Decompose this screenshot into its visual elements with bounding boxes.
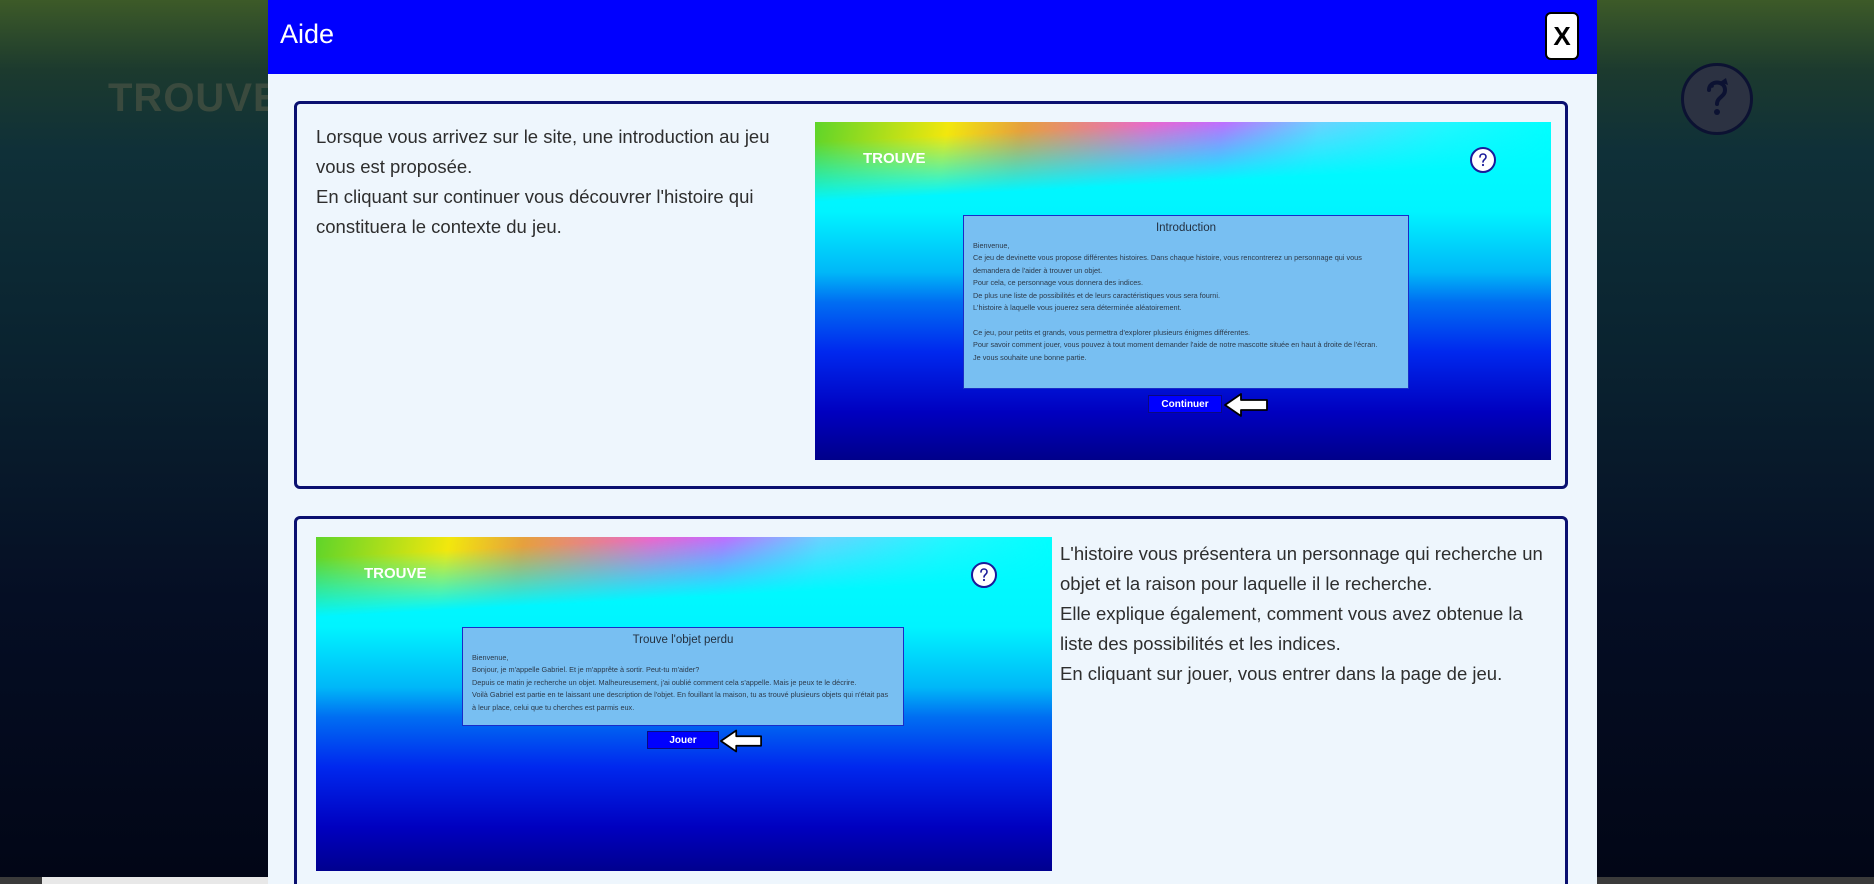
background-site-title: TROUVE xyxy=(108,76,281,120)
help-mascot-button[interactable] xyxy=(1681,63,1753,135)
dialog-line: De plus une liste de possibilités et de … xyxy=(973,290,1221,300)
dialog-spacer xyxy=(964,314,1408,326)
screenshot-dialog: Trouve l'objet perdu Bienvenue, Bonjour,… xyxy=(462,627,904,726)
help-section-introduction: Lorsque vous arrivez sur le site, une in… xyxy=(294,101,1568,489)
section-paragraph: Elle explique également, comment vous av… xyxy=(1060,603,1523,654)
white-arrow-left-icon xyxy=(720,729,762,753)
dialog-line: Bienvenue, xyxy=(472,653,509,662)
dialog-line: Ce jeu de devinette vous propose différe… xyxy=(973,253,1362,275)
section-paragraph: En cliquant sur jouer, vous entrer dans … xyxy=(1060,663,1503,684)
section-text: Lorsque vous arrivez sur le site, une in… xyxy=(316,122,786,242)
dialog-line: Bonjour, je m'appelle Gabriel. Et je m'a… xyxy=(472,665,700,675)
mascot-help-icon xyxy=(971,562,997,588)
screenshot-continue-button: Continuer xyxy=(1148,395,1222,413)
close-button[interactable]: X xyxy=(1545,12,1579,60)
dialog-title: Introduction xyxy=(1155,222,1217,234)
help-modal: Aide X Lorsque vous arrivez sur le site,… xyxy=(268,0,1597,884)
dialog-line: L'histoire à laquelle vous jouerez sera … xyxy=(973,303,1182,313)
help-section-story: TROUVE Trouve l'objet perdu Bienvenue, B… xyxy=(294,516,1568,884)
story-screenshot: TROUVE Trouve l'objet perdu Bienvenue, B… xyxy=(316,537,1052,871)
dialog-line: Voilà Gabriel est partie en te laissant … xyxy=(472,690,889,712)
dialog-title: Trouve l'objet perdu xyxy=(632,634,734,646)
screenshot-brand: TROUVE xyxy=(863,150,926,167)
white-arrow-left-icon xyxy=(1224,393,1268,417)
section-paragraph: L'histoire vous présentera un personnage… xyxy=(1060,543,1543,594)
dialog-line: Pour cela, ce personnage vous donnera de… xyxy=(973,278,1143,288)
mascot-help-icon xyxy=(1470,147,1496,173)
modal-title: Aide xyxy=(280,19,335,49)
dialog-line: Je vous souhaite une bonne partie. xyxy=(973,352,1087,362)
mascot-help-icon xyxy=(1707,78,1728,115)
modal-header: Aide X xyxy=(268,0,1597,74)
intro-screenshot: TROUVE Introduction Bienvenue, Ce jeu de… xyxy=(815,122,1551,460)
section-paragraph: En cliquant sur continuer vous découvrer… xyxy=(316,186,754,237)
dialog-line: Depuis ce matin je recherche un objet. M… xyxy=(472,677,857,687)
screenshot-play-button: Jouer xyxy=(647,731,719,749)
dialog-line: Bienvenue, xyxy=(973,241,1010,250)
dialog-line: Pour savoir comment jouer, vous pouvez à… xyxy=(973,340,1378,350)
dialog-line: Ce jeu, pour petits et grands, vous perm… xyxy=(973,327,1251,337)
section-paragraph: Lorsque vous arrivez sur le site, une in… xyxy=(316,126,770,177)
screenshot-brand: TROUVE xyxy=(364,565,427,582)
screenshot-dialog: Introduction Bienvenue, Ce jeu de devine… xyxy=(963,215,1409,389)
section-text: L'histoire vous présentera un personnage… xyxy=(1060,539,1560,689)
